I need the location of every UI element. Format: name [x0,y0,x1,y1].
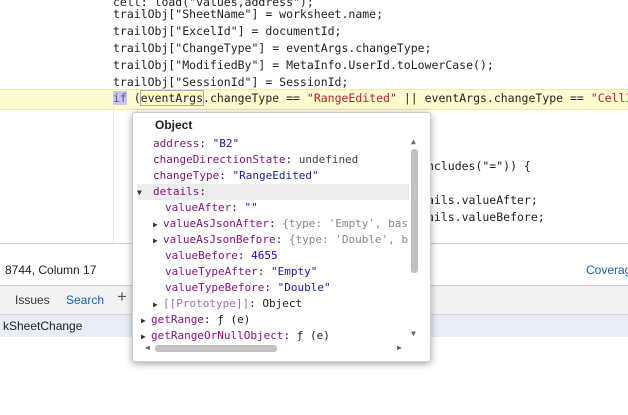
prop-changeType[interactable]: changeType: "RangeEdited" [153,168,319,184]
code-fragment-3: ails.valueBefore; [427,210,545,224]
scroll-left-icon[interactable]: ◀ [145,343,150,352]
scroll-right-icon[interactable]: ▶ [397,343,402,352]
prop-details[interactable]: ▼ details: [137,184,409,200]
prop-valueAsJsonBefore[interactable]: ▶ valueAsJsonBefore: {type: 'Double', b [153,232,408,248]
collapsed-triangle-icon[interactable]: ▶ [153,217,163,233]
code-line-4: trailObj["ModifiedBy"] = MetaInfo.UserId… [113,58,494,72]
prop-changeDirectionState[interactable]: changeDirectionState: undefined [153,152,358,168]
if-keyword: if [113,91,127,105]
code-line-1: trailObj["SheetName"] = worksheet.name; [113,7,384,21]
collapsed-triangle-icon[interactable]: ▶ [141,313,151,329]
prop-valueAfter[interactable]: valueAfter: "" [165,200,258,216]
popover-title: Object [155,118,193,132]
code-fragment-2: ails.valueAfter; [427,193,538,207]
prop-valueBefore[interactable]: valueBefore: 4655 [165,248,278,264]
code-line-if[interactable]: if (eventArgs.changeType == "RangeEdited… [113,90,628,107]
prop-valueTypeBefore[interactable]: valueTypeBefore: "Double" [165,280,331,296]
scroll-up-icon[interactable]: ▲ [411,137,416,146]
prop-valueAsJsonAfter[interactable]: ▶ valueAsJsonAfter: {type: 'Empty', bas [153,216,408,232]
expanded-triangle-icon[interactable]: ▼ [137,185,147,201]
coverage-link[interactable]: Coverag [586,263,628,277]
scroll-down-icon[interactable]: ▼ [411,329,416,338]
collapsed-triangle-icon[interactable]: ▶ [153,297,163,313]
code-fragment-1: ncludes("=")) { [427,159,531,173]
method-getRangeOrNullObject[interactable]: ▶ getRangeOrNullObject: ƒ (e) [141,328,330,344]
tab-issues[interactable]: Issues [15,293,50,307]
prop-valueTypeAfter[interactable]: valueTypeAfter: "Empty" [165,264,317,280]
prop-address[interactable]: address: "B2" [153,136,239,152]
hovered-token[interactable]: eventArgs [139,90,205,106]
code-line-2: trailObj["ExcelId"] = documentId; [113,24,342,38]
vertical-scrollbar[interactable] [411,149,418,273]
search-result-label: kSheetChange [3,319,83,333]
indent-guide [113,108,114,243]
tab-search[interactable]: Search [66,293,104,307]
add-tab-icon[interactable]: + [117,287,127,307]
cursor-position: 8744, Column 17 [5,263,97,277]
collapsed-triangle-icon[interactable]: ▶ [153,233,163,249]
method-getRange[interactable]: ▶ getRange: ƒ (e) [141,312,250,328]
horizontal-scrollbar[interactable] [155,345,277,352]
code-line-3: trailObj["ChangeType"] = eventArgs.chang… [113,41,432,55]
object-preview-popover[interactable]: Object address: "B2" changeDirectionStat… [132,112,431,362]
prop-prototype[interactable]: ▶ [[Prototype]]: Object [153,296,302,312]
